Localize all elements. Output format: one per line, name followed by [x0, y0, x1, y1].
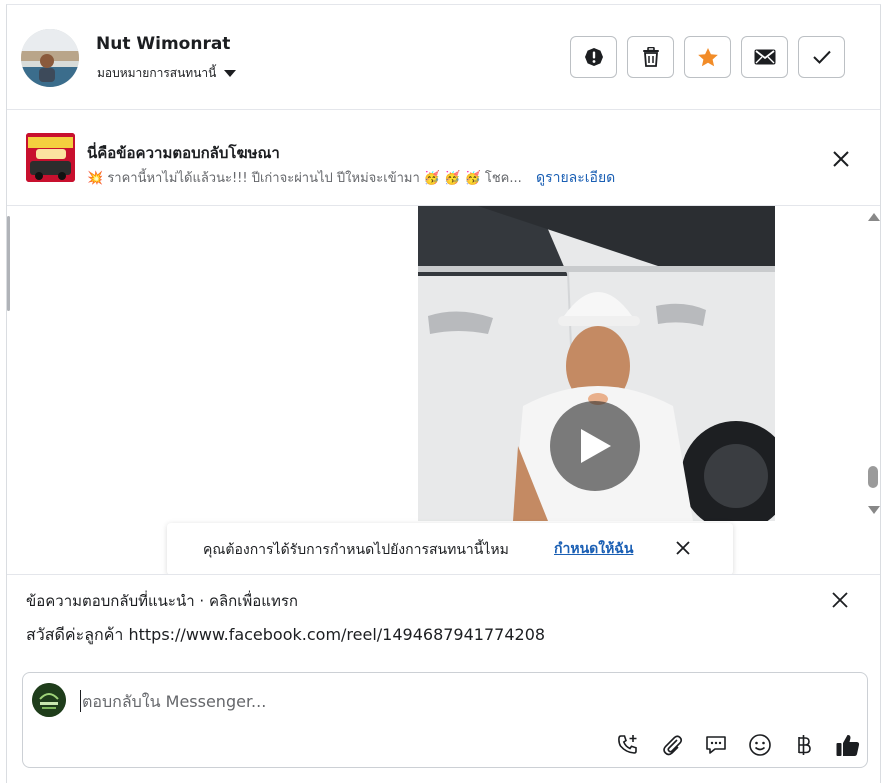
ad-details-link[interactable]: ดูรายละเอียด: [536, 167, 615, 189]
star-icon: [697, 47, 718, 66]
ad-reply-description: 💥 ราคานี้หาไม่ได้แล้วนะ!!! ปีเก่าจะผ่านไ…: [87, 171, 522, 186]
add-call-icon: [618, 735, 637, 754]
conversation-header: Nut Wimonrat มอบหมายการสนทนานี้: [7, 5, 880, 110]
assign-label: มอบหมายการสนทนานี้: [97, 66, 217, 80]
payment-button[interactable]: [791, 732, 817, 758]
envelope-icon: [754, 49, 775, 65]
play-icon: [581, 429, 611, 463]
close-toast-icon[interactable]: [675, 540, 691, 556]
left-scroll-indicator[interactable]: [7, 216, 10, 311]
checkmark-icon: [812, 50, 831, 64]
close-ad-banner-icon[interactable]: [831, 149, 851, 169]
assign-to-me-link[interactable]: กำหนดให้ฉัน: [554, 538, 633, 560]
emoji-button[interactable]: [747, 732, 773, 758]
reply-input[interactable]: [80, 690, 580, 712]
page-avatar: [32, 683, 66, 717]
like-button[interactable]: [835, 732, 861, 758]
scrollbar-thumb[interactable]: [868, 466, 878, 488]
contact-avatar[interactable]: [21, 29, 79, 87]
suggested-reply-text[interactable]: สวัสดีค่ะลูกค้า https://www.facebook.com…: [26, 623, 545, 648]
contact-name[interactable]: Nut Wimonrat: [96, 34, 230, 54]
assign-prompt-toast: คุณต้องการได้รับการกำหนดไปยังการสนทนานี้…: [167, 523, 733, 574]
baht-icon: [798, 735, 811, 755]
play-button[interactable]: [550, 401, 640, 491]
ad-thumbnail[interactable]: [26, 133, 75, 182]
scroll-down-arrow-icon[interactable]: [868, 506, 880, 514]
suggested-reply-panel: ข้อความตอบกลับที่แนะนำ · คลิกเพื่อแทรก ส…: [7, 574, 880, 664]
conversation-panel: Nut Wimonrat มอบหมายการสนทนานี้ นี่คือข้…: [6, 4, 881, 783]
add-call-button[interactable]: [615, 732, 641, 758]
ad-reply-title: นี่คือข้อความตอบกลับโฆษณา: [87, 144, 280, 162]
mark-unread-button[interactable]: [741, 36, 788, 78]
trash-icon: [642, 47, 659, 67]
report-button[interactable]: [570, 36, 617, 78]
saved-replies-button[interactable]: [703, 732, 729, 758]
chat-bubble-icon: [706, 736, 726, 754]
message-composer: [22, 672, 868, 768]
thumbs-up-icon: [836, 734, 860, 756]
assign-prompt-text: คุณต้องการได้รับการกำหนดไปยังการสนทนานี้…: [203, 542, 509, 558]
message-scrollbar[interactable]: [864, 206, 880, 521]
mark-done-button[interactable]: [798, 36, 845, 78]
close-suggestion-icon[interactable]: [831, 591, 849, 609]
delete-button[interactable]: [627, 36, 674, 78]
exclamation-circle-icon: [584, 48, 603, 66]
paperclip-icon: [663, 735, 683, 756]
suggested-reply-title: ข้อความตอบกลับที่แนะนำ · คลิกเพื่อแทรก: [26, 592, 298, 610]
attach-button[interactable]: [659, 732, 685, 758]
star-button[interactable]: [684, 36, 731, 78]
ad-reply-banner: นี่คือข้อความตอบกลับโฆษณา 💥 ราคานี้หาไม่…: [7, 110, 880, 206]
video-message[interactable]: [418, 206, 775, 521]
scroll-up-arrow-icon[interactable]: [868, 213, 880, 221]
emoji-icon: [749, 734, 771, 756]
assign-dropdown[interactable]: มอบหมายการสนทนานี้: [97, 64, 237, 83]
caret-down-icon: [224, 70, 237, 77]
message-area: คุณต้องการได้รับการกำหนดไปยังการสนทนานี้…: [7, 206, 880, 574]
